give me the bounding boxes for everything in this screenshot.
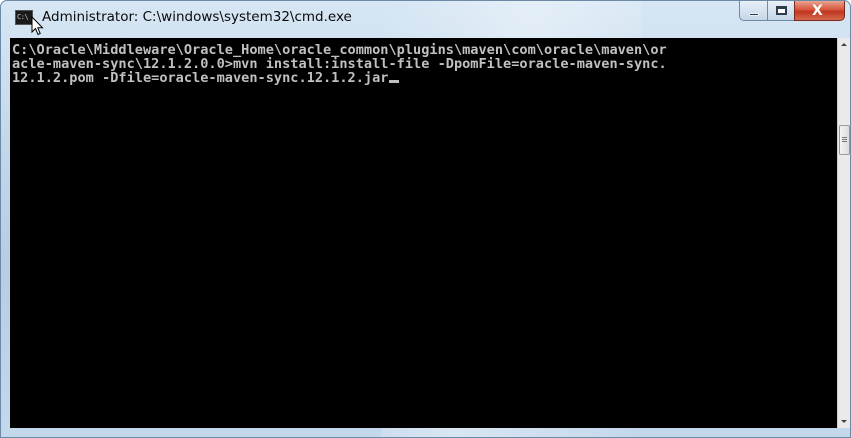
scroll-thumb[interactable]	[839, 125, 850, 155]
console-line: acle-maven-sync\12.1.2.0.0>mvn install:i…	[12, 56, 667, 72]
title-bar[interactable]: C:\ Administrator: C:\windows\system32\c…	[1, 1, 850, 37]
mouse-cursor-icon	[31, 16, 44, 36]
maximize-button[interactable]	[767, 1, 795, 21]
arrow-down-icon	[841, 420, 847, 423]
grip-line	[842, 139, 847, 140]
grip-line	[842, 137, 847, 138]
console-line-with-caret: 12.1.2.pom -Dfile=oracle-maven-sync.12.1…	[12, 71, 667, 85]
cmd-icon-text: C:\	[17, 13, 29, 21]
minimize-button[interactable]	[739, 1, 768, 21]
console-area[interactable]: C:\Oracle\Middleware\Oracle_Home\oracle_…	[10, 38, 837, 428]
vertical-scrollbar[interactable]	[837, 38, 850, 428]
scroll-down-button[interactable]	[838, 414, 850, 428]
scroll-up-button[interactable]	[838, 38, 850, 52]
grip-line	[842, 141, 847, 142]
minimize-icon	[749, 13, 759, 16]
window-title: Administrator: C:\windows\system32\cmd.e…	[42, 9, 352, 25]
console-output: C:\Oracle\Middleware\Oracle_Home\oracle_…	[12, 43, 667, 85]
text-caret	[389, 80, 400, 83]
close-icon: X	[812, 3, 823, 19]
cmd-window: C:\ Administrator: C:\windows\system32\c…	[0, 0, 851, 438]
console-line: 12.1.2.pom -Dfile=oracle-maven-sync.12.1…	[12, 70, 389, 86]
close-button[interactable]: X	[794, 1, 845, 21]
maximize-icon	[776, 6, 787, 15]
arrow-up-icon	[841, 43, 847, 46]
console-line: C:\Oracle\Middleware\Oracle_Home\oracle_…	[12, 42, 667, 58]
